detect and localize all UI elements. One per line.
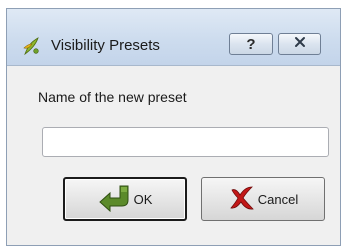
- qgis-icon: [22, 36, 42, 56]
- title-bar[interactable]: Visibility Presets ?: [7, 9, 340, 66]
- cancel-button[interactable]: Cancel: [201, 177, 325, 221]
- dialog-window: Visibility Presets ? Name of the new pre…: [6, 8, 341, 246]
- red-x-icon: [228, 184, 258, 215]
- ok-label: OK: [133, 191, 153, 207]
- help-icon: ?: [246, 35, 256, 53]
- window-title: Visibility Presets: [51, 37, 160, 54]
- ok-arrow-icon: [98, 184, 134, 215]
- close-button[interactable]: [278, 33, 321, 55]
- ok-button[interactable]: OK: [63, 177, 187, 221]
- cancel-label: Cancel: [257, 191, 299, 207]
- preset-name-label: Name of the new preset: [38, 89, 187, 105]
- close-icon: [294, 35, 306, 53]
- help-button[interactable]: ?: [229, 33, 273, 55]
- preset-name-input[interactable]: [42, 127, 329, 157]
